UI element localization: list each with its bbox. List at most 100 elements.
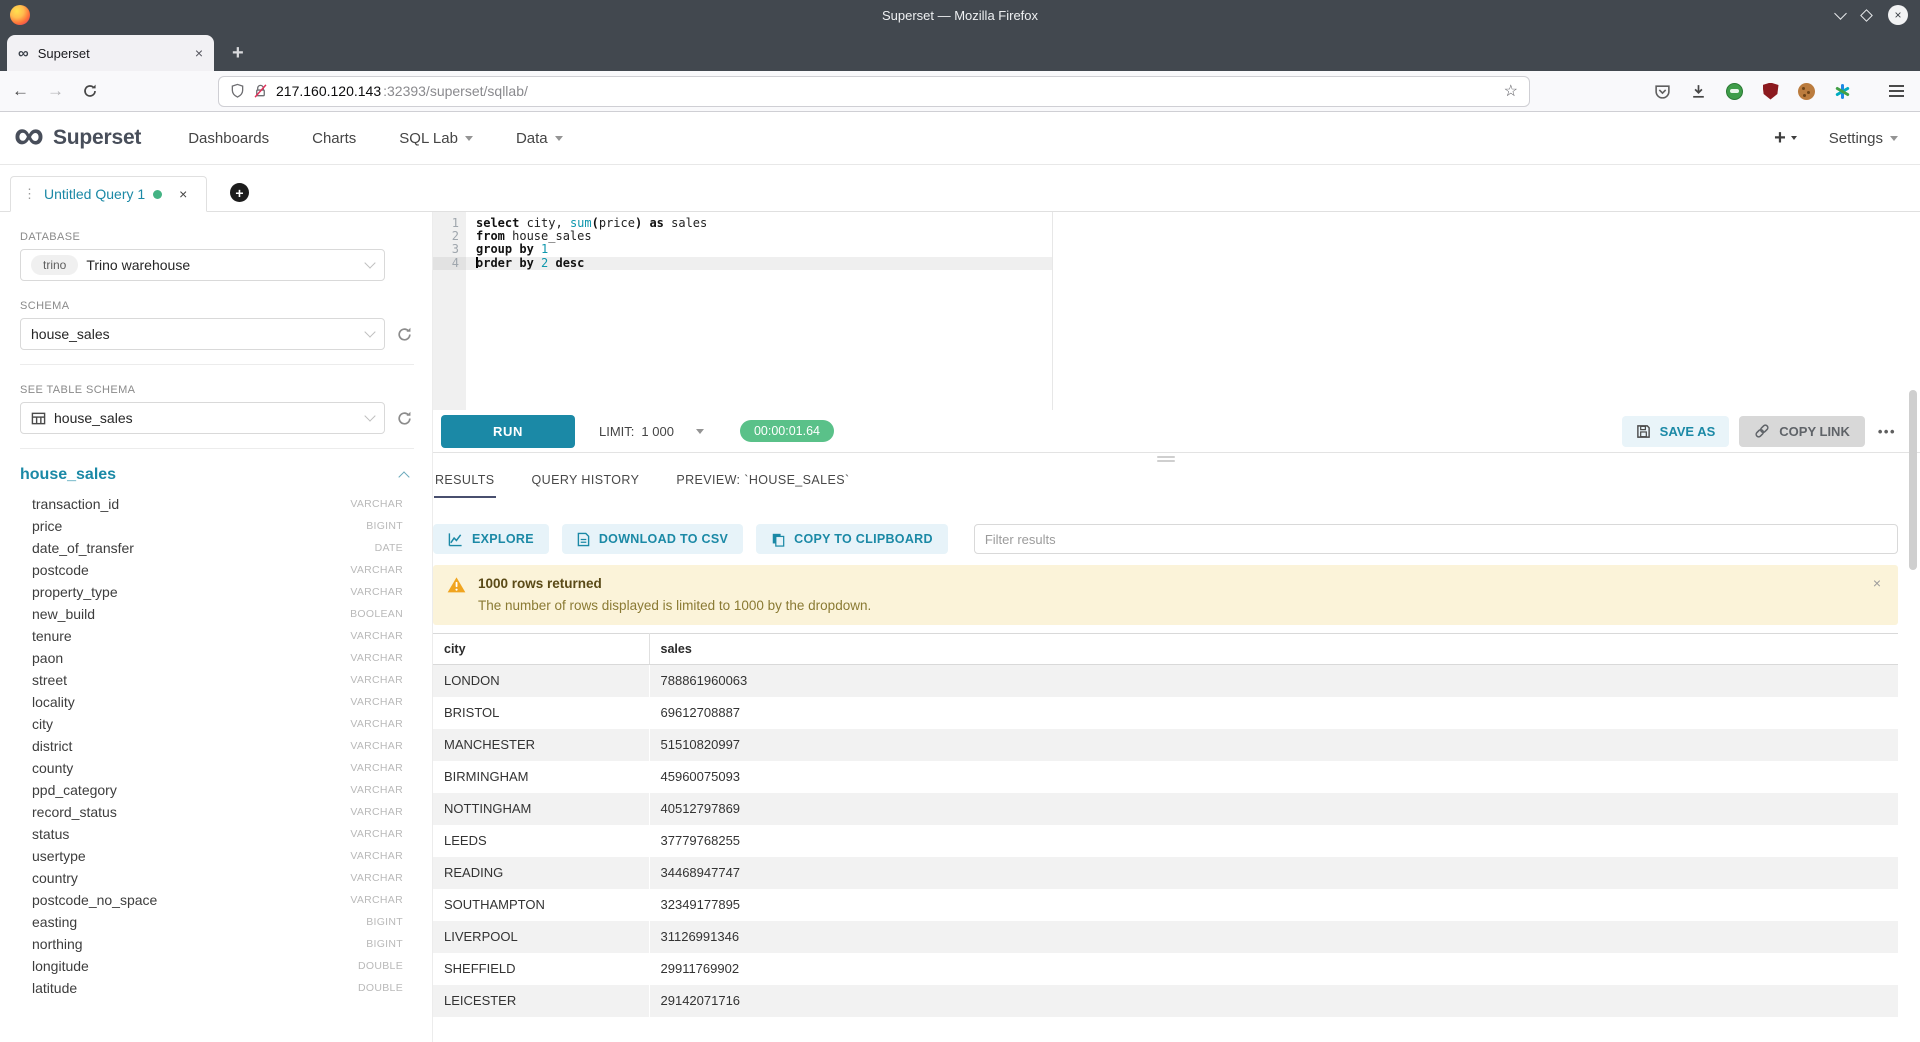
schema-column-row[interactable]: date_of_transfer DATE xyxy=(20,537,414,559)
new-tab-button[interactable]: + xyxy=(232,43,244,63)
schema-column-row[interactable]: tenure VARCHAR xyxy=(20,625,414,647)
schema-column-row[interactable]: property_type VARCHAR xyxy=(20,581,414,603)
chevron-down-icon xyxy=(364,326,375,337)
schema-column-row[interactable]: price BIGINT xyxy=(20,515,414,537)
back-button[interactable]: ← xyxy=(12,81,29,101)
table-refresh-button[interactable] xyxy=(394,410,414,427)
table-schema-heading[interactable]: house_sales xyxy=(20,466,116,484)
superset-brand[interactable]: Superset xyxy=(53,126,141,150)
schema-column-row[interactable]: status VARCHAR xyxy=(20,823,414,845)
explore-button[interactable]: EXPLORE xyxy=(433,524,549,554)
table-row[interactable]: SHEFFIELD 29911769902 xyxy=(433,953,1898,985)
shield-icon[interactable] xyxy=(230,83,245,99)
bookmark-star-icon[interactable]: ☆ xyxy=(1504,81,1518,101)
schema-column-row[interactable]: county VARCHAR xyxy=(20,757,414,779)
schema-column-row[interactable]: new_build BOOLEAN xyxy=(20,603,414,625)
code-line[interactable]: group by 1 xyxy=(466,243,1920,256)
code-line[interactable]: order by 2 desc xyxy=(466,257,1052,270)
save-as-button[interactable]: SAVE AS xyxy=(1622,416,1730,447)
schema-refresh-button[interactable] xyxy=(394,326,414,343)
schema-column-row[interactable]: usertype VARCHAR xyxy=(20,845,414,867)
pinwheel-extension-icon[interactable] xyxy=(1834,83,1851,100)
superset-logo-icon: ∞ xyxy=(14,120,44,150)
url-bar[interactable]: 217.160.120.143 :32393/superset/sqllab/ … xyxy=(218,76,1530,107)
schema-select[interactable]: house_sales xyxy=(20,318,385,350)
run-button[interactable]: RUN xyxy=(441,415,575,448)
sql-editor[interactable]: 1234 select city, sum(price) as salesfro… xyxy=(433,212,1920,410)
results-header-sales[interactable]: sales xyxy=(649,634,1898,665)
table-row[interactable]: LEEDS 37779768255 xyxy=(433,825,1898,857)
code-line[interactable]: from house_sales xyxy=(466,230,1920,243)
alert-close-icon[interactable]: × xyxy=(1873,575,1881,591)
table-row[interactable]: MANCHESTER 51510820997 xyxy=(433,729,1898,761)
more-actions-button[interactable]: ••• xyxy=(1878,424,1896,439)
query-tab-close-icon[interactable]: × xyxy=(179,186,187,202)
drag-handle-icon[interactable]: ⋮ xyxy=(23,186,36,202)
schema-column-row[interactable]: ppd_category VARCHAR xyxy=(20,779,414,801)
query-tab[interactable]: ⋮ Untitled Query 1 × xyxy=(10,176,207,212)
database-value: Trino warehouse xyxy=(86,257,358,273)
scrollbar-thumb[interactable] xyxy=(1909,390,1917,570)
schema-column-row[interactable]: street VARCHAR xyxy=(20,669,414,691)
tab-close-icon[interactable]: × xyxy=(195,45,203,61)
table-row[interactable]: LONDON 788861960063 xyxy=(433,665,1898,697)
table-select[interactable]: house_sales xyxy=(20,402,385,434)
schema-column-row[interactable]: locality VARCHAR xyxy=(20,691,414,713)
copy-clipboard-button[interactable]: COPY TO CLIPBOARD xyxy=(756,524,948,554)
add-query-tab-button[interactable]: + xyxy=(230,183,249,202)
schema-column-row[interactable]: transaction_id VARCHAR xyxy=(20,493,414,515)
cookie-extension-icon[interactable] xyxy=(1798,83,1815,100)
schema-column-row[interactable]: northing BIGINT xyxy=(20,933,414,955)
nav-item-dashboards[interactable]: Dashboards xyxy=(188,130,269,147)
table-row[interactable]: LIVERPOOL 31126991346 xyxy=(433,921,1898,953)
column-name: transaction_id xyxy=(32,496,119,512)
schema-column-row[interactable]: record_status VARCHAR xyxy=(20,801,414,823)
column-name: easting xyxy=(32,914,77,930)
tab-preview[interactable]: PREVIEW: `HOUSE_SALES` xyxy=(675,467,850,498)
table-row[interactable]: BIRMINGHAM 45960075093 xyxy=(433,761,1898,793)
table-row[interactable]: SOUTHAMPTON 32349177895 xyxy=(433,889,1898,921)
schema-column-row[interactable]: latitude DOUBLE xyxy=(20,977,414,999)
table-row[interactable]: BRISTOL 69612708887 xyxy=(433,697,1898,729)
chevron-up-icon[interactable] xyxy=(398,471,409,482)
nav-item-data[interactable]: Data xyxy=(516,130,563,147)
tab-query-history[interactable]: QUERY HISTORY xyxy=(531,467,641,498)
limit-dropdown[interactable]: LIMIT: 1 000 xyxy=(599,424,704,439)
reload-button[interactable] xyxy=(82,83,98,99)
schema-column-row[interactable]: postcode VARCHAR xyxy=(20,559,414,581)
editor-code[interactable]: select city, sum(price) as salesfrom hou… xyxy=(466,212,1920,410)
database-select[interactable]: trino Trino warehouse xyxy=(20,249,385,281)
schema-column-row[interactable]: easting BIGINT xyxy=(20,911,414,933)
new-item-button[interactable]: + xyxy=(1774,127,1797,150)
schema-column-row[interactable]: postcode_no_space VARCHAR xyxy=(20,889,414,911)
table-row[interactable]: NOTTINGHAM 40512797869 xyxy=(433,793,1898,825)
copy-link-button[interactable]: COPY LINK xyxy=(1739,416,1865,447)
nav-item-charts[interactable]: Charts xyxy=(312,130,356,147)
pocket-icon[interactable] xyxy=(1654,83,1671,100)
settings-menu[interactable]: Settings xyxy=(1829,130,1898,147)
ublock-icon[interactable] xyxy=(1762,83,1779,100)
table-row[interactable]: READING 34468947747 xyxy=(433,857,1898,889)
forward-button[interactable]: → xyxy=(47,81,64,101)
results-header-city[interactable]: city xyxy=(433,634,649,665)
downloads-icon[interactable] xyxy=(1690,83,1707,100)
nav-item-sql-lab[interactable]: SQL Lab xyxy=(399,130,473,147)
privacy-extension-icon[interactable] xyxy=(1726,83,1743,100)
table-row[interactable]: LEICESTER 29142071716 xyxy=(433,985,1898,1017)
code-line[interactable]: select city, sum(price) as sales xyxy=(466,217,1920,230)
insecure-lock-icon[interactable] xyxy=(253,83,268,99)
window-minimize-icon[interactable] xyxy=(1834,7,1847,20)
splitter-drag-handle[interactable] xyxy=(1157,456,1175,462)
window-close-button[interactable]: × xyxy=(1888,5,1908,25)
menu-icon[interactable] xyxy=(1889,85,1904,97)
schema-column-row[interactable]: paon VARCHAR xyxy=(20,647,414,669)
download-csv-button[interactable]: DOWNLOAD TO CSV xyxy=(562,524,743,554)
schema-column-row[interactable]: country VARCHAR xyxy=(20,867,414,889)
schema-column-row[interactable]: district VARCHAR xyxy=(20,735,414,757)
schema-column-row[interactable]: longitude DOUBLE xyxy=(20,955,414,977)
browser-tab[interactable]: ∞ Superset × xyxy=(7,35,214,71)
filter-results-input[interactable] xyxy=(974,524,1898,554)
schema-column-row[interactable]: city VARCHAR xyxy=(20,713,414,735)
window-maximize-icon[interactable] xyxy=(1860,9,1873,22)
tab-results[interactable]: RESULTS xyxy=(434,467,496,498)
